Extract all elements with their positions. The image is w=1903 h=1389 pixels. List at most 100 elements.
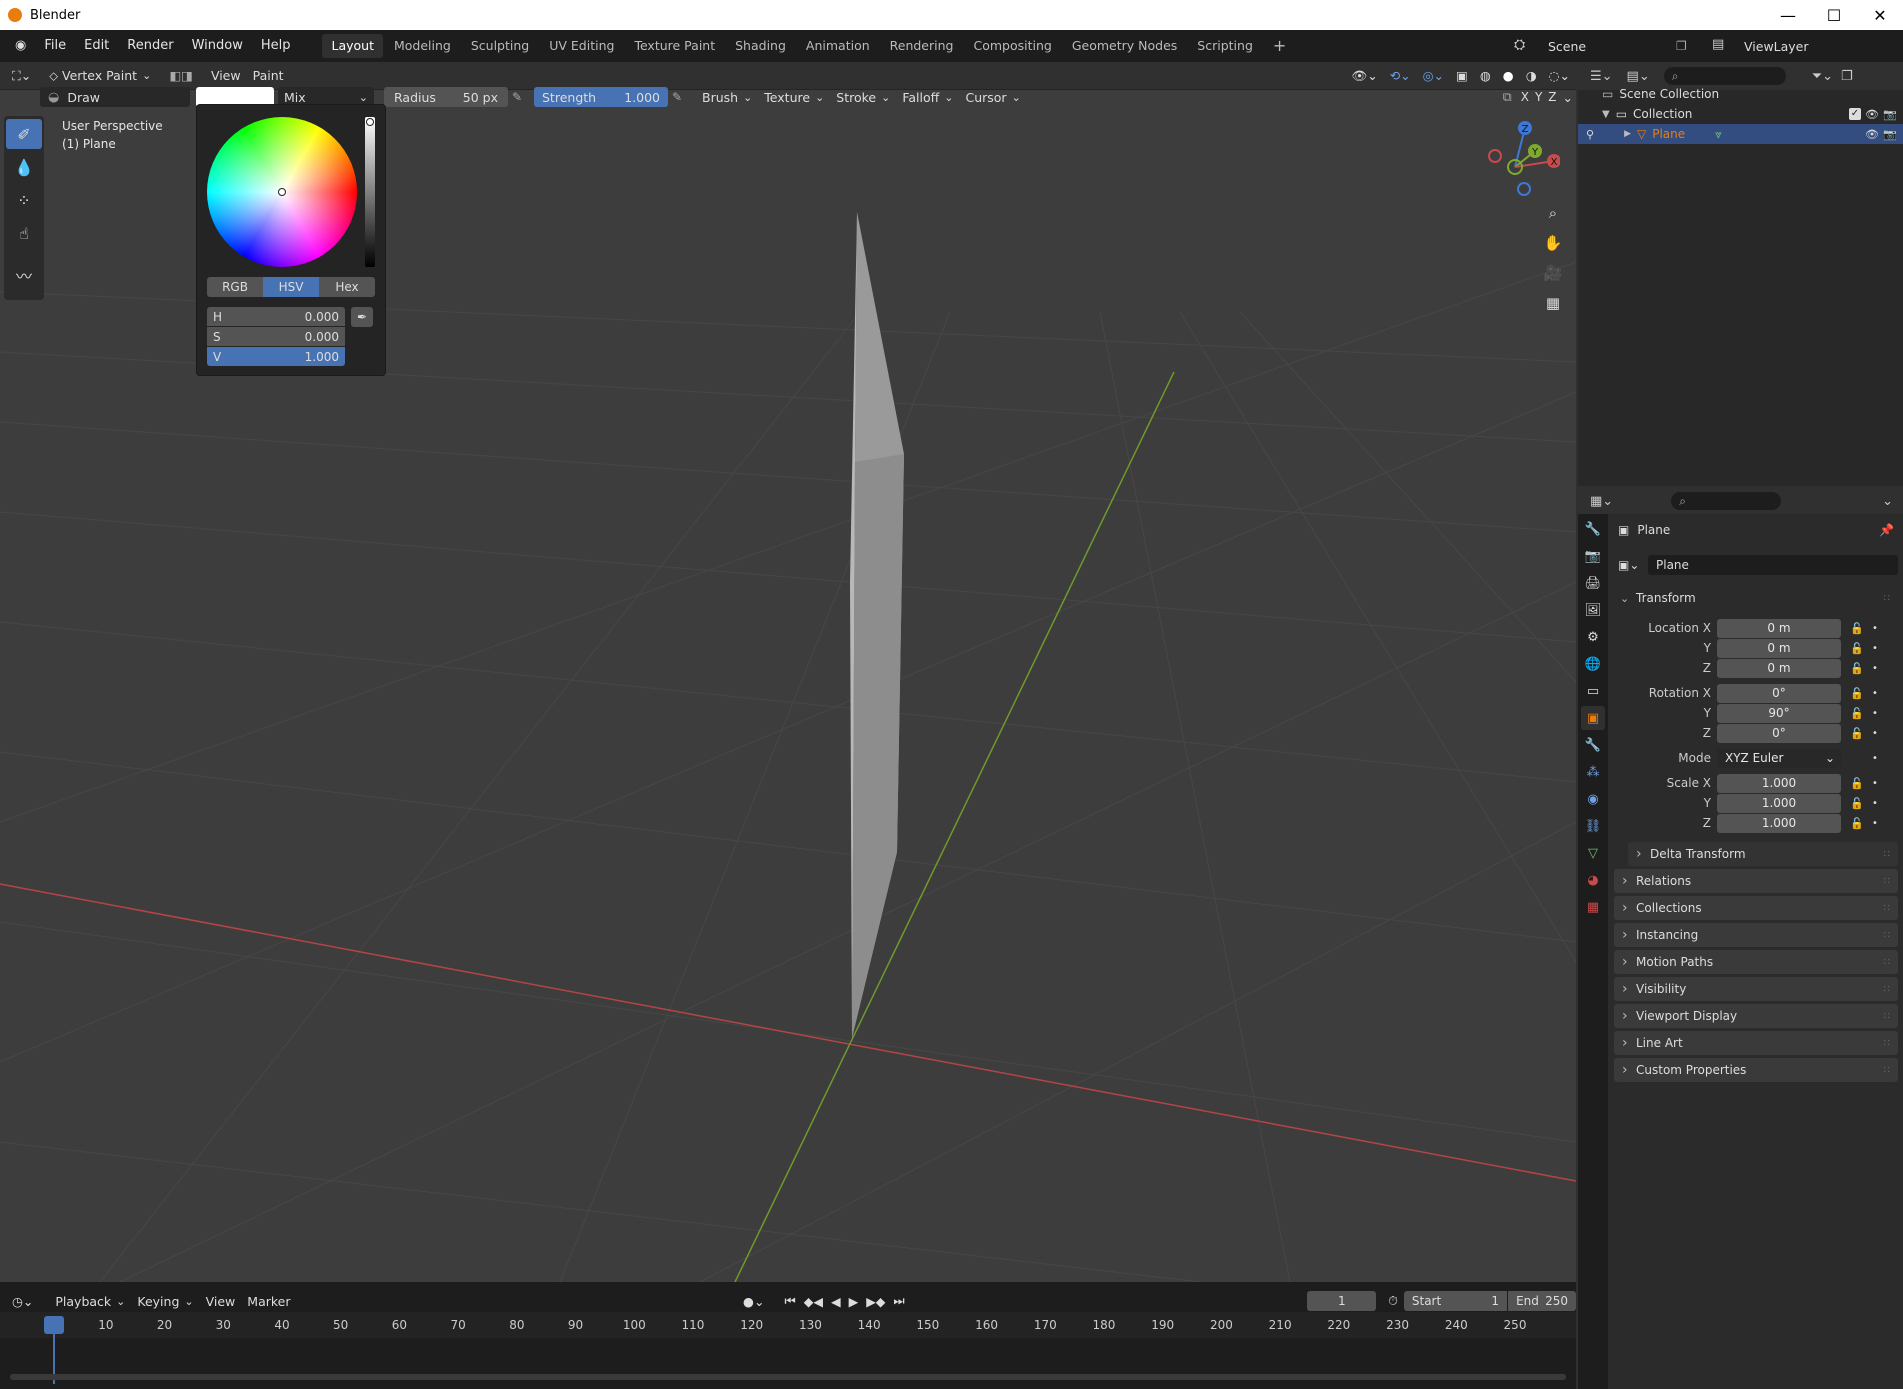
close-icon[interactable]: ✕ <box>1857 0 1903 30</box>
collection-checkbox[interactable]: ✓ <box>1849 108 1861 120</box>
value-slider[interactable] <box>365 117 375 267</box>
hue-field[interactable]: H 0.000 <box>207 307 345 326</box>
menu-falloff[interactable]: Falloff <box>896 87 959 107</box>
drag-handle-icon[interactable]: ∷ <box>1884 593 1890 604</box>
scene-selector[interactable]: Scene <box>1540 35 1670 57</box>
lock-icon[interactable]: 🔓 <box>1847 707 1867 720</box>
keyframe-dot-icon[interactable]: • <box>1867 623 1883 634</box>
tab-rendering[interactable]: Rendering <box>881 34 963 58</box>
brush-selector[interactable]: ◒ Draw <box>40 87 190 107</box>
jump-end-icon[interactable]: ⏭ <box>889 1291 908 1311</box>
menu-texture[interactable]: Texture <box>758 87 830 107</box>
scale-z-field[interactable]: 1.000 <box>1717 813 1841 833</box>
blender-menu-icon[interactable]: ◉ <box>6 30 35 62</box>
radius-field[interactable]: Radius 50 px <box>384 87 508 107</box>
scale-y-field[interactable]: 1.000 <box>1717 793 1841 813</box>
lock-icon[interactable]: 🔓 <box>1847 797 1867 810</box>
display-mode-icon[interactable]: ▤⌄ <box>1627 69 1650 84</box>
tab-modeling[interactable]: Modeling <box>385 34 460 58</box>
collection-visibility-icon[interactable]: 👁 <box>1865 108 1879 121</box>
timeline-editor-icon[interactable]: ◷⌄ <box>6 1291 39 1311</box>
delta-transform-panel[interactable]: Delta Transform <box>1628 842 1898 866</box>
keyframe-dot-icon[interactable]: • <box>1867 728 1883 739</box>
plane-render-icon[interactable]: 📷 <box>1883 128 1897 141</box>
camera-icon[interactable]: 🎥 <box>1540 260 1566 286</box>
pin-icon[interactable]: 📌 <box>1879 523 1894 537</box>
viewlayer-selector[interactable]: ViewLayer <box>1736 35 1856 57</box>
keyframe-dot-icon[interactable]: • <box>1867 753 1883 764</box>
constraints-tab-icon[interactable]: ⛓ <box>1581 814 1605 838</box>
object-name-field[interactable]: Plane <box>1648 555 1898 575</box>
outliner-row-plane[interactable]: ⚲ ▶ ▽ Plane ⩔ 👁 📷 <box>1578 124 1903 144</box>
tab-animation[interactable]: Animation <box>797 34 879 58</box>
pan-hand-icon[interactable]: ✋ <box>1540 230 1566 256</box>
add-workspace-button[interactable]: + <box>1264 34 1295 58</box>
plane-visibility-icon[interactable]: 👁 <box>1865 128 1879 141</box>
gizmo-toggle-icon[interactable]: ⟲⌄ <box>1384 66 1417 86</box>
menu-keying[interactable]: Keying <box>131 1291 199 1311</box>
menu-render[interactable]: Render <box>118 30 182 62</box>
location-y-field[interactable]: 0 m <box>1717 638 1841 658</box>
tab-geometry-nodes[interactable]: Geometry Nodes <box>1063 34 1186 58</box>
visibility-icon[interactable]: 👁⌄ <box>1345 66 1383 86</box>
tab-uv-editing[interactable]: UV Editing <box>540 34 623 58</box>
menu-marker[interactable]: Marker <box>241 1291 296 1311</box>
end-frame-field[interactable]: End 250 <box>1508 1291 1576 1311</box>
record-icon[interactable]: ●⌄ <box>737 1291 770 1311</box>
outliner-row-scene-collection[interactable]: ▭ Scene Collection <box>1578 84 1903 104</box>
minimize-icon[interactable]: — <box>1765 0 1811 30</box>
stopwatch-icon[interactable]: ⏱ <box>1382 1291 1404 1311</box>
lock-icon[interactable]: 🔓 <box>1847 622 1867 635</box>
draw-brush-icon[interactable]: ✐ <box>6 119 42 149</box>
smear-brush-icon[interactable]: ☝ <box>6 218 42 248</box>
expand-plane-icon[interactable]: ▶ <box>1624 129 1631 139</box>
grid-perspective-icon[interactable]: ▦ <box>1540 290 1566 316</box>
panel-custom-properties[interactable]: Custom Properties <box>1614 1058 1898 1082</box>
mode-tab-rgb[interactable]: RGB <box>207 277 263 297</box>
outliner-editor-icon[interactable]: ☰⌄ <box>1590 69 1613 84</box>
lock-icon[interactable]: 🔓 <box>1847 727 1867 740</box>
playhead[interactable] <box>44 1316 64 1334</box>
shading-rendered-icon[interactable]: ◌⌄ <box>1543 66 1576 86</box>
current-frame-field[interactable]: 1 <box>1307 1291 1377 1311</box>
particles-tab-icon[interactable]: ⁂ <box>1581 760 1605 784</box>
physics-tab-icon[interactable]: ◉ <box>1581 787 1605 811</box>
play-icon[interactable]: ▶ <box>845 1291 863 1311</box>
zoom-icon[interactable]: ⌕ <box>1540 200 1566 226</box>
expand-collection-icon[interactable]: ▼ <box>1602 109 1610 120</box>
transform-panel-header[interactable]: ⌄ Transform ∷ <box>1614 586 1898 610</box>
filter-icon[interactable]: ⏷⌄ <box>1812 69 1833 84</box>
average-brush-icon[interactable]: ⁘ <box>6 185 42 215</box>
mode-selector[interactable]: ⬦ Vertex Paint <box>43 66 157 86</box>
symmetry-y-button[interactable]: Y <box>1532 87 1545 107</box>
menu-brush[interactable]: Brush <box>696 87 758 107</box>
world-tab-icon[interactable]: 🌐 <box>1581 652 1605 676</box>
menu-view-timeline[interactable]: View <box>200 1291 242 1311</box>
material-tab-icon[interactable]: ◕ <box>1581 868 1605 892</box>
tool-tab-icon[interactable]: 🔧 <box>1581 517 1605 541</box>
viewlayer-icon[interactable]: ▤ <box>1712 34 1732 56</box>
lock-icon[interactable]: 🔓 <box>1847 662 1867 675</box>
jump-start-icon[interactable]: ⏮ <box>780 1291 799 1311</box>
lock-icon[interactable]: 🔓 <box>1847 687 1867 700</box>
data-tab-icon[interactable]: ▽ <box>1581 841 1605 865</box>
start-frame-field[interactable]: Start 1 <box>1403 1291 1508 1311</box>
scene-icon[interactable]: ⛭ <box>1514 34 1536 56</box>
collection-tab-icon[interactable]: ▭ <box>1581 679 1605 703</box>
panel-visibility[interactable]: Visibility <box>1614 977 1898 1001</box>
radius-pressure-icon[interactable]: ✎ <box>508 87 526 107</box>
maximize-icon[interactable]: ☐ <box>1811 0 1857 30</box>
symmetry-z-button[interactable]: Z <box>1545 87 1559 107</box>
properties-editor-icon[interactable]: ▦⌄ <box>1590 494 1613 509</box>
value-slider-handle[interactable] <box>366 118 374 126</box>
plane-object[interactable] <box>850 212 904 1038</box>
menu-edit[interactable]: Edit <box>75 30 118 62</box>
menu-cursor[interactable]: Cursor <box>959 87 1026 107</box>
color-wheel[interactable] <box>207 117 357 267</box>
saturation-field[interactable]: S 0.000 <box>207 327 345 346</box>
symmetry-x-button[interactable]: X <box>1518 87 1532 107</box>
panel-collections[interactable]: Collections <box>1614 896 1898 920</box>
strength-pressure-icon[interactable]: ✎ <box>668 87 686 107</box>
shading-solid-icon[interactable]: ● <box>1497 66 1520 86</box>
lock-icon[interactable]: 🔓 <box>1847 777 1867 790</box>
